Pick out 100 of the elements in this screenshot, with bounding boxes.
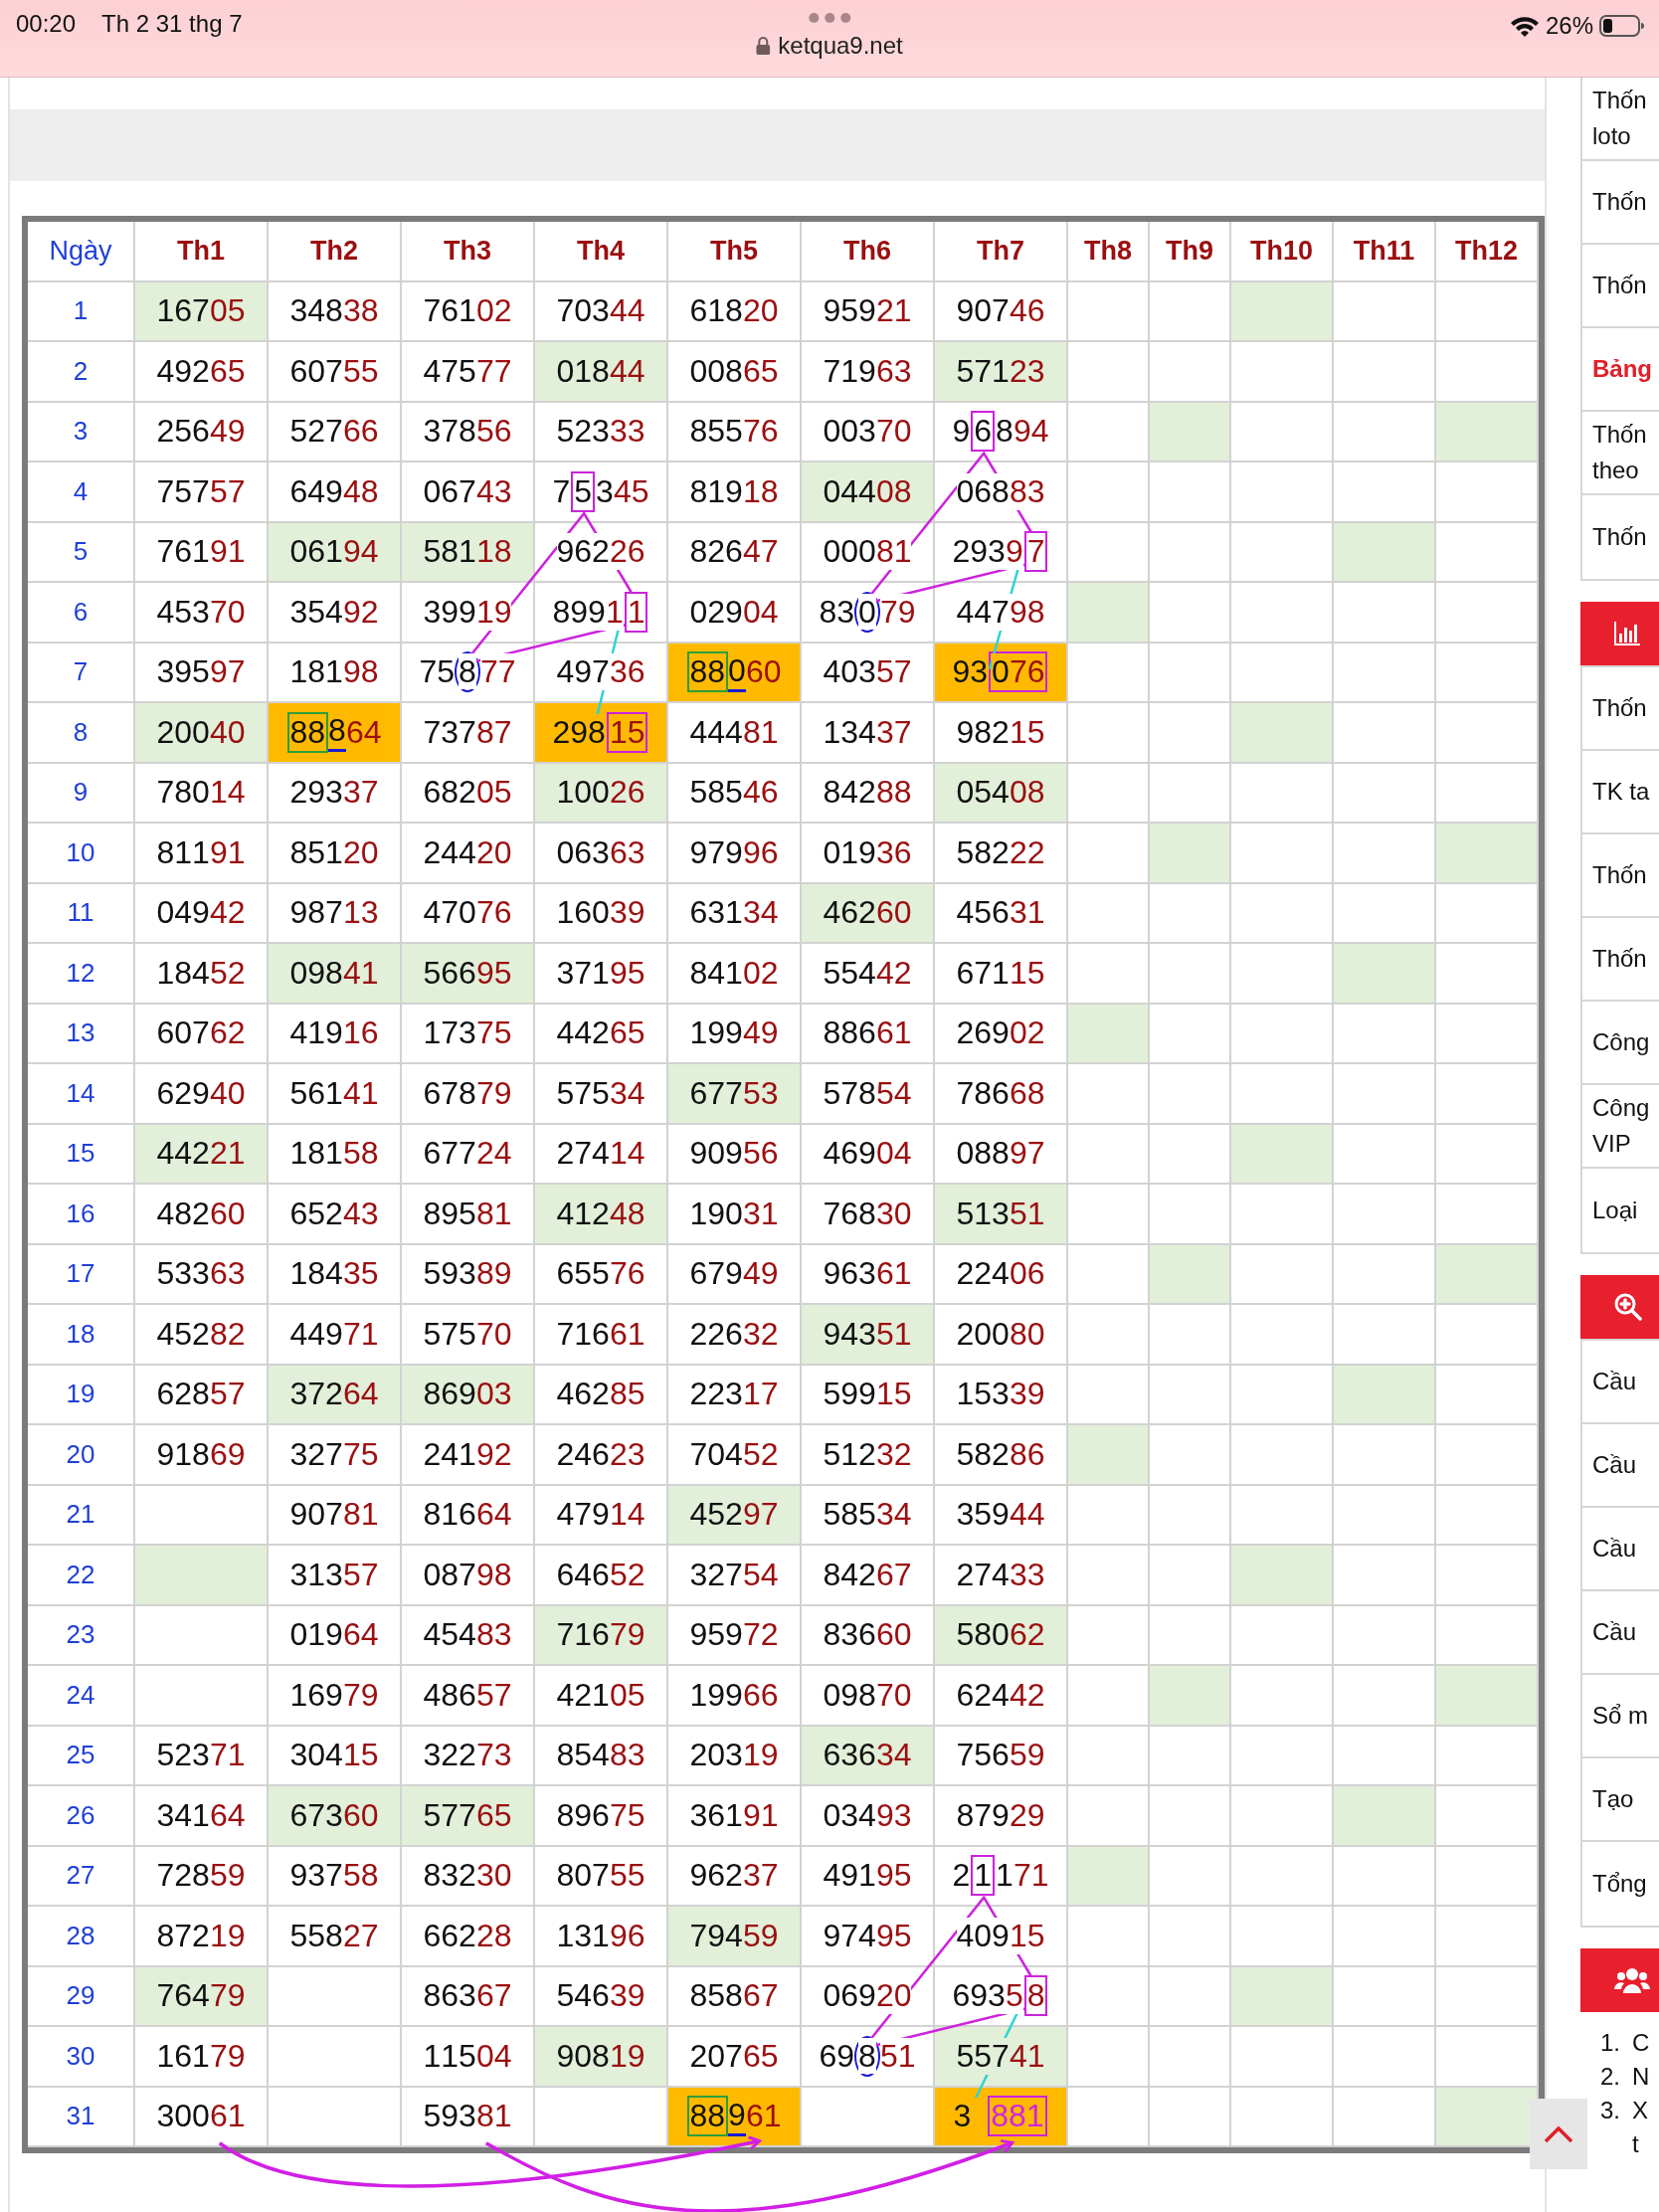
table-cell: 15339 [935, 1365, 1068, 1425]
table-cell: 22632 [668, 1305, 802, 1366]
column-header: Ngày [28, 222, 135, 282]
table-cell: 75757 [135, 462, 269, 523]
table-cell: 24420 [402, 824, 535, 884]
table-cell: 98215 [935, 703, 1068, 764]
sidebar-link[interactable]: Sổ m [1582, 1675, 1659, 1758]
sidebar-link[interactable]: Bảng [1582, 328, 1659, 412]
table-cell: 19966 [668, 1666, 802, 1727]
sidebar-link[interactable]: Thốn [1582, 918, 1659, 1002]
table-cell: 16179 [135, 2027, 269, 2088]
table-cell: 62442 [935, 1666, 1068, 1727]
table-cell: 82647 [668, 522, 802, 583]
sidebar-link[interactable]: Thốn [1582, 495, 1659, 579]
sidebar-link[interactable]: Cầu [1582, 1508, 1659, 1591]
table-cell: 29397 [935, 522, 1068, 583]
battery-percent: 26% [1545, 12, 1593, 40]
sidebar-link[interactable]: Công VIP [1582, 1085, 1659, 1169]
table-cell: 47914 [535, 1485, 668, 1546]
table-cell: 49195 [802, 1846, 935, 1907]
table-cell: 60762 [135, 1004, 269, 1064]
table-cell: 00865 [668, 342, 802, 403]
table-cell: 65576 [535, 1244, 668, 1305]
table-cell: 298 15 [535, 703, 668, 764]
table-cell: 2 1 171 [935, 1846, 1068, 1907]
list-entry[interactable]: 2. N [1600, 2060, 1659, 2094]
table-cell: 67360 [269, 1786, 402, 1847]
address-url[interactable]: ketqua9.net [778, 32, 903, 60]
sidebar-link[interactable]: Thốn [1582, 245, 1659, 328]
table-cell: 89675 [535, 1786, 668, 1847]
table-cell: 45297 [668, 1485, 802, 1546]
table-cell: 83660 [802, 1605, 935, 1666]
table-cell: 84102 [668, 944, 802, 1005]
sidebar-link[interactable]: Tổng [1582, 1842, 1659, 1926]
table-cell: 46904 [802, 1124, 935, 1185]
table-cell: 25649 [135, 402, 269, 462]
table-cell: 56141 [269, 1064, 402, 1125]
table-cell: 81664 [402, 1485, 535, 1546]
sidebar-link[interactable]: TK ta [1582, 751, 1659, 834]
table-cell: 83079 [802, 583, 935, 644]
table-cell: 20319 [668, 1726, 802, 1786]
table-cell: 88961 [668, 2087, 802, 2147]
table-cell: 88661 [802, 1004, 935, 1064]
table-cell: 64652 [535, 1546, 668, 1606]
table-cell: 97495 [802, 1907, 935, 1967]
table-cell: 62940 [135, 1064, 269, 1125]
sidebar-link[interactable]: Thốn [1582, 667, 1659, 751]
table-cell: 10026 [535, 763, 668, 824]
list-entry[interactable]: 1. C [1600, 2026, 1659, 2060]
table-cell: 49265 [135, 342, 269, 403]
table-cell: 52766 [269, 402, 402, 462]
table-cell: 59381 [402, 2087, 535, 2147]
table-cell: 11504 [402, 2027, 535, 2088]
table-cell: 02904 [668, 583, 802, 644]
table-cell: 16705 [135, 281, 269, 342]
table-cell: 67724 [402, 1124, 535, 1185]
table-cell: 39597 [135, 643, 269, 703]
table-cell: 35944 [935, 1485, 1068, 1546]
table-cell: 30415 [269, 1726, 402, 1786]
table-cell: 00081 [802, 522, 935, 583]
table-cell: 06743 [402, 462, 535, 523]
table-cell: 22406 [935, 1244, 1068, 1305]
table-cell: 37856 [402, 402, 535, 462]
sidebar-link[interactable]: Tạo [1582, 1758, 1659, 1842]
table-cell: 85576 [668, 402, 802, 462]
sidebar-link[interactable]: Cầu [1582, 1591, 1659, 1675]
table-cell: 70344 [535, 281, 668, 342]
table-cell: 68205 [402, 763, 535, 824]
more-icon[interactable] [808, 12, 851, 24]
table-cell: 85867 [668, 1966, 802, 2027]
table-cell: 04942 [135, 883, 269, 944]
table-cell: 39919 [402, 583, 535, 644]
sidebar-link[interactable]: Cầu [1582, 1424, 1659, 1508]
sidebar-link[interactable]: Thốn [1582, 161, 1659, 245]
sidebar-link[interactable]: Thốn loto [1582, 78, 1659, 161]
table-cell: 55442 [802, 944, 935, 1005]
table-cell: 55741 [935, 2027, 1068, 2088]
sidebar-link[interactable]: Loại [1582, 1169, 1659, 1252]
table-cell: 96226 [535, 522, 668, 583]
list-entry[interactable]: 3. X t [1600, 2094, 1659, 2161]
table-cell: 90746 [935, 281, 1068, 342]
table-cell: 67879 [402, 1064, 535, 1125]
table-cell: 40915 [935, 1907, 1068, 1967]
sidebar-link[interactable]: Công [1582, 1002, 1659, 1085]
table-cell: 22317 [668, 1365, 802, 1425]
table-cell: 08897 [935, 1124, 1068, 1185]
sidebar-link[interactable]: Thốn theo [1582, 412, 1659, 495]
caret-up-icon [1544, 2124, 1573, 2143]
table-cell: 75345 [535, 462, 668, 523]
table-cell: 18158 [269, 1124, 402, 1185]
table-cell: 37264 [269, 1365, 402, 1425]
table-cell: 17375 [402, 1004, 535, 1064]
table-cell: 52371 [135, 1726, 269, 1786]
scroll-top-button[interactable] [1530, 2099, 1587, 2169]
sidebar-link[interactable]: Thốn [1582, 834, 1659, 918]
table-cell: 48657 [402, 1666, 535, 1727]
zoom-in-icon [1614, 1293, 1642, 1321]
sidebar-link[interactable]: Cầu [1582, 1341, 1659, 1424]
table-cell: 09841 [269, 944, 402, 1005]
table-cell: 58534 [802, 1485, 935, 1546]
